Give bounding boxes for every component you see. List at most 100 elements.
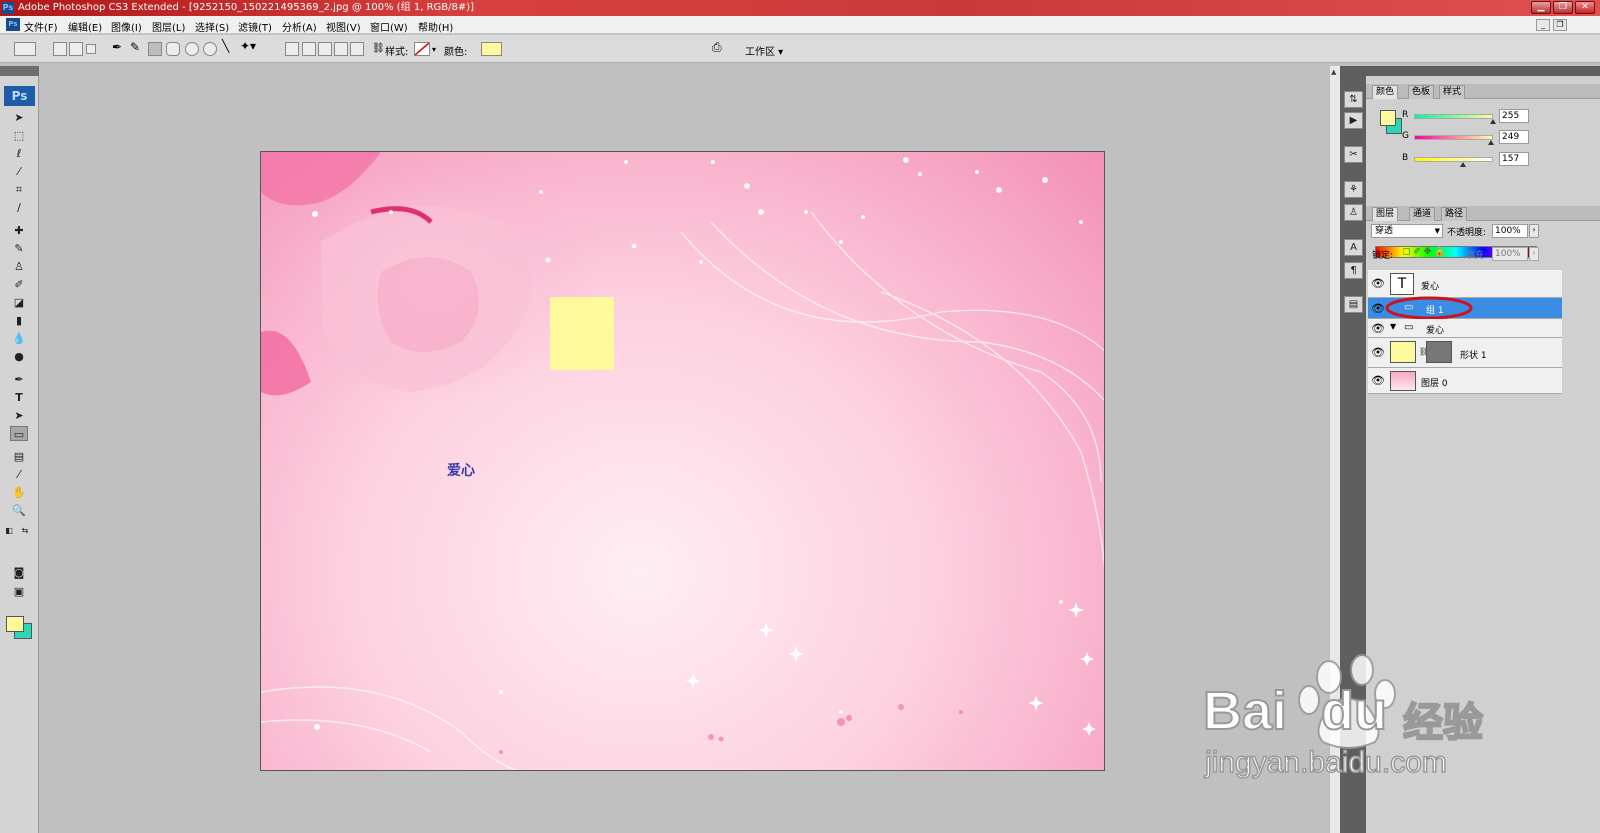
menu-view[interactable]: 视图(V): [326, 19, 361, 34]
workspace-button[interactable]: 工作区 ▾: [745, 43, 783, 58]
tab-paths[interactable]: 路径: [1441, 207, 1468, 221]
eraser-tool-icon[interactable]: ◪: [10, 295, 28, 310]
type-tool-icon[interactable]: T: [10, 390, 28, 405]
visibility-eye-icon[interactable]: 👁: [1371, 277, 1385, 290]
fill-pixels-mode-icon[interactable]: [86, 44, 96, 54]
clone-stamp-icon[interactable]: ♙: [10, 259, 28, 274]
menu-select[interactable]: 选择(S): [195, 19, 229, 34]
close-button[interactable]: ✕: [1575, 1, 1595, 14]
green-value-field[interactable]: 249: [1499, 130, 1529, 144]
tab-layers[interactable]: 图层: [1372, 207, 1399, 221]
ellipse-icon[interactable]: [185, 42, 199, 56]
paths-mode-icon[interactable]: [69, 42, 83, 56]
marquee-tool-icon[interactable]: ⬚: [10, 128, 28, 143]
blur-tool-icon[interactable]: 💧: [10, 331, 28, 346]
gradient-tool-icon[interactable]: ▮: [10, 313, 28, 328]
foreground-color-swatch[interactable]: [6, 616, 24, 632]
notes-tool-icon[interactable]: ▤: [10, 449, 28, 464]
slice-tool-icon[interactable]: ∕: [10, 200, 28, 215]
green-slider-thumb[interactable]: [1488, 140, 1495, 145]
layer-row-text[interactable]: 👁 T 爱心: [1368, 270, 1562, 298]
visibility-eye-icon[interactable]: 👁: [1371, 346, 1385, 359]
maximize-button[interactable]: ❐: [1553, 1, 1573, 14]
exclude-shape-icon[interactable]: [350, 42, 364, 56]
screen-mode-icon[interactable]: ▣: [10, 584, 28, 599]
layer-name[interactable]: 图层 0: [1421, 376, 1448, 389]
line-icon[interactable]: ╲: [222, 39, 229, 53]
tab-channels[interactable]: 通道: [1409, 207, 1436, 221]
layer-comps-icon[interactable]: ▤: [1344, 296, 1363, 313]
brush-tool-icon[interactable]: ✎: [10, 241, 28, 256]
zoom-tool-icon[interactable]: 🔍: [10, 503, 28, 518]
layer-row-layer-0[interactable]: 👁 图层 0: [1368, 368, 1562, 394]
blue-slider-track[interactable]: [1414, 157, 1493, 162]
visibility-eye-icon[interactable]: 👁: [1371, 322, 1385, 335]
brushes-panel-icon[interactable]: ⚘: [1344, 181, 1363, 198]
menu-help[interactable]: 帮助(H): [418, 19, 453, 34]
add-to-shape-icon[interactable]: [302, 42, 316, 56]
opacity-arrow-icon[interactable]: ›: [1529, 224, 1539, 238]
green-slider-track[interactable]: [1414, 135, 1493, 140]
color-swatch[interactable]: [481, 42, 502, 56]
expand-triangle-icon[interactable]: ▼: [1390, 322, 1396, 331]
rectangle-tool-icon[interactable]: ▭: [10, 426, 28, 441]
shape-layers-mode-icon[interactable]: [53, 42, 67, 56]
magic-wand-icon[interactable]: ⁄: [10, 164, 28, 179]
fill-field[interactable]: 100%: [1492, 247, 1528, 261]
fill-arrow-icon[interactable]: ›: [1529, 247, 1539, 261]
tool-presets-icon[interactable]: ✂: [1344, 146, 1363, 163]
menu-analysis[interactable]: 分析(A): [282, 19, 317, 34]
layer-name[interactable]: 爱心: [1426, 323, 1444, 336]
tab-color[interactable]: 颜色: [1372, 85, 1399, 99]
menu-image[interactable]: 图像(I): [111, 19, 142, 34]
new-shape-layer-icon[interactable]: [285, 42, 299, 56]
red-value-field[interactable]: 255: [1499, 109, 1529, 123]
scroll-up-icon[interactable]: ▲: [1331, 68, 1336, 76]
lasso-tool-icon[interactable]: ℓ: [10, 146, 28, 161]
red-slider-thumb[interactable]: [1490, 119, 1496, 124]
menu-edit[interactable]: 编辑(E): [68, 19, 102, 34]
subtract-shape-icon[interactable]: [318, 42, 332, 56]
dodge-tool-icon[interactable]: ●: [10, 349, 28, 364]
navigator-panel-icon[interactable]: ⇅: [1344, 91, 1363, 108]
menu-layer[interactable]: 图层(L): [152, 19, 185, 34]
layer-row-group-1[interactable]: 👁 ▭ 组 1: [1368, 296, 1562, 320]
toolbox-grip[interactable]: [0, 66, 39, 76]
rectangle-shape-icon[interactable]: [148, 42, 162, 56]
panels-grip[interactable]: [1366, 66, 1600, 76]
swap-colors-icon[interactable]: ⇆: [20, 523, 30, 538]
rounded-rectangle-icon[interactable]: [166, 42, 180, 56]
red-slider-track[interactable]: [1414, 114, 1493, 119]
ps-logo[interactable]: Ps: [4, 86, 35, 106]
menu-file[interactable]: 文件(F): [24, 19, 58, 34]
visibility-eye-icon[interactable]: 👁: [1371, 302, 1385, 315]
hand-tool-icon[interactable]: ✋: [10, 485, 28, 500]
canvas-text-layer[interactable]: 爱心: [447, 460, 475, 480]
tab-swatches[interactable]: 色板: [1408, 85, 1435, 99]
tab-styles[interactable]: 样式: [1439, 85, 1466, 99]
style-picker[interactable]: [414, 42, 430, 56]
character-panel-icon[interactable]: A: [1344, 239, 1363, 256]
lock-icons[interactable]: ▢ ✐ ✥ 🔒: [1402, 247, 1445, 257]
menu-filter[interactable]: 滤镜(T): [238, 19, 272, 34]
visibility-eye-icon[interactable]: 👁: [1371, 374, 1385, 387]
actions-panel-icon[interactable]: ▶: [1344, 112, 1363, 129]
ps-menu-icon[interactable]: Ps: [6, 18, 20, 31]
default-colors-icon[interactable]: ◧: [4, 523, 14, 538]
menu-window[interactable]: 窗口(W): [370, 19, 408, 34]
layer-name[interactable]: 形状 1: [1460, 348, 1487, 361]
color-panel-foreground[interactable]: [1380, 110, 1396, 126]
crop-tool-icon[interactable]: ⌗: [10, 182, 28, 197]
quick-mask-icon[interactable]: ◙: [10, 565, 28, 580]
bridge-icon[interactable]: ⎙: [712, 40, 722, 55]
polygon-icon[interactable]: [203, 42, 217, 56]
tool-preset-picker[interactable]: [14, 42, 36, 56]
eyedropper-tool-icon[interactable]: ⁄: [10, 467, 28, 482]
layer-name[interactable]: 爱心: [1421, 279, 1439, 292]
pen-tool-icon[interactable]: ✒: [10, 372, 28, 387]
custom-shape-icon[interactable]: ✦▾: [240, 39, 256, 53]
document-canvas[interactable]: 爱心: [260, 151, 1105, 771]
yellow-rectangle-shape[interactable]: [550, 297, 614, 370]
style-dropdown-arrow-icon[interactable]: ▾: [432, 45, 436, 54]
freeform-pen-icon[interactable]: ✎: [130, 40, 140, 54]
